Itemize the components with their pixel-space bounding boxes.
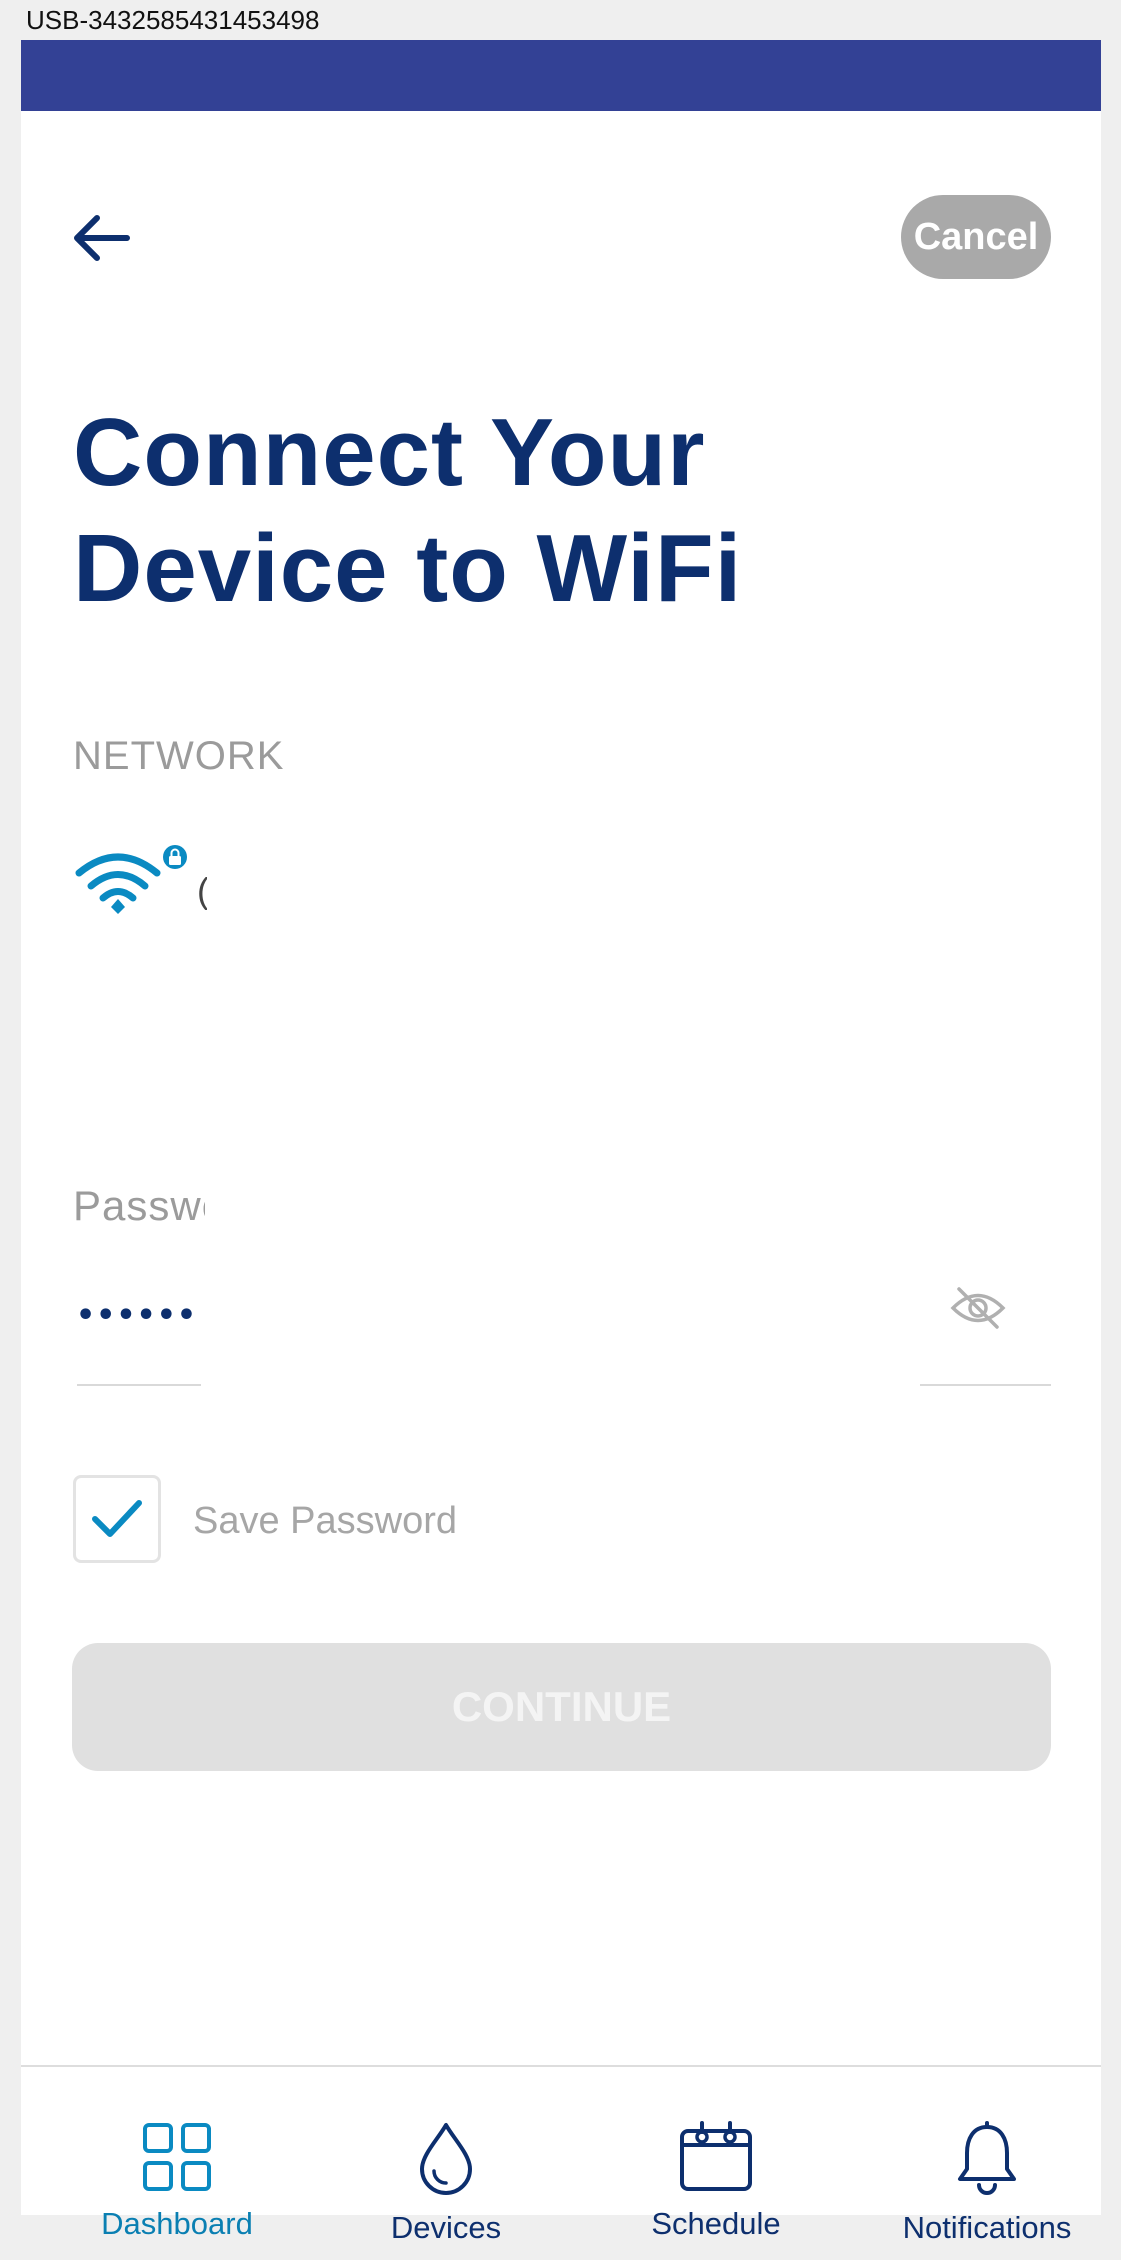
nav-item-notifications[interactable]: Notifications bbox=[872, 2067, 1102, 2245]
calendar-icon bbox=[680, 2121, 752, 2191]
nav-label-dashboard: Dashboard bbox=[101, 2206, 253, 2241]
dashboard-grid-icon bbox=[143, 2123, 211, 2191]
nav-item-devices[interactable]: Devices bbox=[331, 2067, 561, 2245]
network-label: NETWORK bbox=[73, 734, 285, 778]
password-underline-right bbox=[920, 1384, 1051, 1386]
status-bar bbox=[21, 40, 1101, 111]
save-password-label: Save Password bbox=[193, 1500, 458, 1542]
nav-label-schedule: Schedule bbox=[651, 2206, 781, 2241]
bell-icon bbox=[958, 2121, 1016, 2195]
window-title: USB-3432585431453498 bbox=[26, 5, 320, 35]
nav-label-notifications: Notifications bbox=[902, 2210, 1072, 2245]
password-visibility-toggle[interactable] bbox=[943, 1278, 1013, 1338]
password-label: Password bbox=[73, 1182, 205, 1229]
nav-item-dashboard[interactable]: Dashboard bbox=[62, 2067, 292, 2241]
water-drop-icon bbox=[420, 2123, 472, 2195]
bottom-nav: Dashboard Devices Schedule Notifications bbox=[21, 2067, 1102, 2245]
page-title-line-1: Connect Your bbox=[73, 399, 706, 506]
page-title-line-2: Device to WiFi bbox=[73, 515, 743, 622]
password-underline bbox=[77, 1384, 201, 1386]
page-title: Connect Your Device to WiFi bbox=[73, 395, 973, 627]
cancel-button[interactable]: Cancel bbox=[901, 195, 1051, 279]
network-ssid[interactable]: ( bbox=[197, 870, 207, 910]
password-input[interactable] bbox=[76, 1280, 201, 1350]
checkmark-icon bbox=[92, 1500, 142, 1537]
arrow-left-icon bbox=[74, 215, 130, 261]
back-button[interactable] bbox=[66, 203, 136, 273]
save-password-checkbox[interactable] bbox=[73, 1475, 161, 1563]
nav-item-schedule[interactable]: Schedule bbox=[601, 2067, 831, 2241]
app-screen: Cancel Connect Your Device to WiFi NETWO… bbox=[21, 40, 1102, 2245]
continue-button[interactable]: CONTINUE bbox=[72, 1643, 1051, 1771]
nav-label-devices: Devices bbox=[390, 2210, 502, 2245]
wifi-secured-icon[interactable] bbox=[71, 843, 191, 915]
eye-off-icon bbox=[950, 1287, 1006, 1329]
